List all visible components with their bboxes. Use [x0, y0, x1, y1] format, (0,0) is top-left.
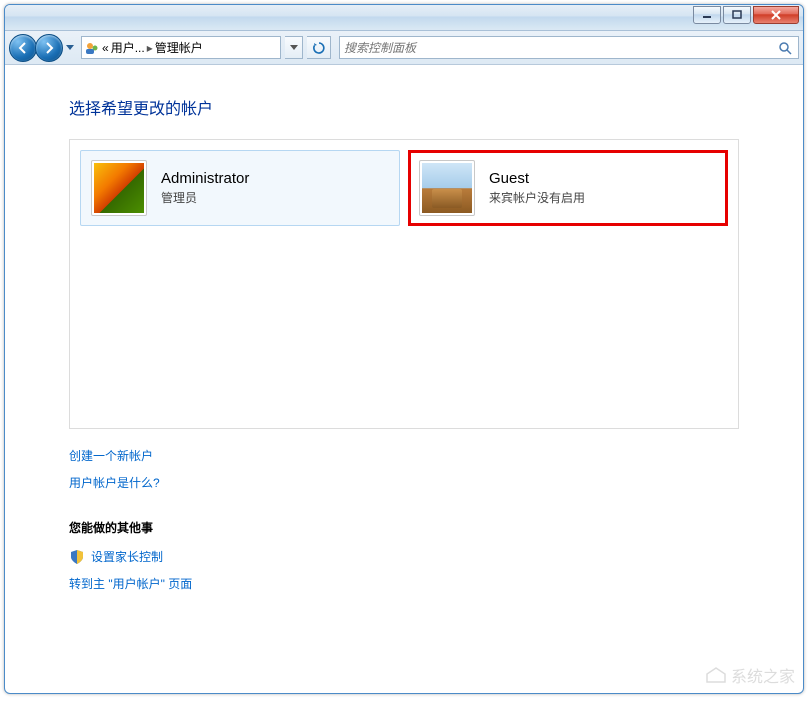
maximize-button[interactable]	[723, 6, 751, 24]
close-button[interactable]	[753, 6, 799, 24]
back-button[interactable]	[9, 34, 37, 62]
account-card-administrator[interactable]: Administrator 管理员	[80, 150, 400, 226]
recent-dropdown[interactable]	[63, 34, 77, 62]
chevron-right-icon: ▸	[147, 41, 153, 55]
user-accounts-icon	[84, 40, 100, 56]
refresh-button[interactable]	[307, 36, 331, 59]
account-text: Guest 来宾帐户没有启用	[489, 170, 585, 206]
title-bar	[5, 5, 803, 31]
content-area: 选择希望更改的帐户 Administrator 管理员 Guest 来宾帐户没有…	[5, 65, 803, 632]
address-bar[interactable]: « 用户... ▸ 管理帐户	[81, 36, 281, 59]
link-create-account[interactable]: 创建一个新帐户	[69, 447, 739, 464]
accounts-list: Administrator 管理员 Guest 来宾帐户没有启用	[69, 139, 739, 429]
parental-controls-row: 设置家长控制	[69, 548, 739, 565]
account-subtitle: 管理员	[161, 189, 249, 206]
search-icon[interactable]	[776, 41, 794, 55]
address-dropdown[interactable]	[285, 36, 303, 59]
watermark: 系统之家	[705, 663, 795, 687]
account-subtitle: 来宾帐户没有启用	[489, 189, 585, 206]
page-heading: 选择希望更改的帐户	[69, 95, 739, 119]
breadcrumb-item[interactable]: 用户...	[111, 39, 145, 56]
avatar	[91, 160, 147, 216]
search-input[interactable]	[344, 41, 776, 55]
breadcrumb-item[interactable]: 管理帐户	[155, 39, 203, 56]
nav-bar: « 用户... ▸ 管理帐户	[5, 31, 803, 65]
avatar	[419, 160, 475, 216]
forward-button[interactable]	[35, 34, 63, 62]
search-bar[interactable]	[339, 36, 799, 59]
link-parental-controls[interactable]: 设置家长控制	[91, 548, 163, 565]
nav-arrows	[9, 34, 77, 62]
account-card-guest[interactable]: Guest 来宾帐户没有启用	[408, 150, 728, 226]
account-name: Guest	[489, 170, 585, 187]
account-text: Administrator 管理员	[161, 170, 249, 206]
account-name: Administrator	[161, 170, 249, 187]
minimize-button[interactable]	[693, 6, 721, 24]
other-things-heading: 您能做的其他事	[69, 519, 739, 536]
shield-icon	[69, 549, 85, 565]
window-frame: « 用户... ▸ 管理帐户 选择希望更改的帐户 Administrator 管	[4, 4, 804, 694]
breadcrumb-prefix: «	[102, 41, 109, 55]
watermark-text: 系统之家	[731, 663, 795, 687]
action-links: 创建一个新帐户 用户帐户是什么?	[69, 447, 739, 491]
link-goto-user-accounts[interactable]: 转到主 "用户帐户" 页面	[69, 575, 739, 592]
link-what-is-account[interactable]: 用户帐户是什么?	[69, 474, 739, 491]
